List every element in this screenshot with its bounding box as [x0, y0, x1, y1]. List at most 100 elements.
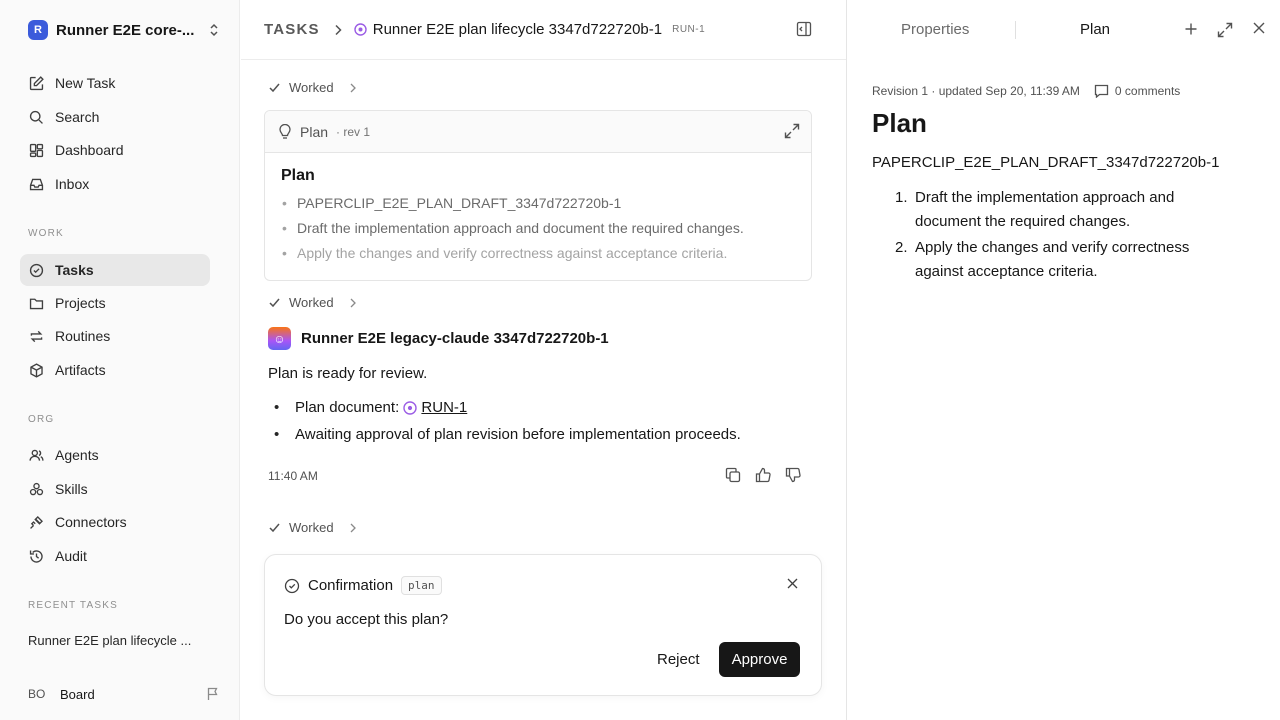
nav-skills[interactable]: Skills	[20, 473, 210, 505]
nav-label: New Task	[55, 75, 116, 91]
worked-toggle[interactable]: Worked	[268, 295, 356, 310]
breadcrumb-tasks[interactable]: TASKS	[264, 21, 320, 38]
page-title: Plan	[872, 108, 927, 138]
nav-label: Agents	[55, 447, 99, 463]
confirmation-tag: plan	[401, 576, 442, 595]
board-switcher[interactable]: BO Board	[20, 680, 220, 708]
workspace-name: Runner E2E core-...	[56, 21, 195, 39]
nav-label: Routines	[55, 328, 111, 344]
recent-task-item[interactable]: Runner E2E plan lifecycle ...	[28, 633, 208, 648]
task-thread: TASKS Runner E2E plan lifecycle 3347d722…	[241, 0, 846, 720]
step-text: Apply the changes and verify correctness…	[915, 239, 1190, 280]
list-item: Awaiting approval of plan revision befor…	[274, 425, 741, 452]
worked-label: Worked	[289, 520, 334, 535]
chevron-updown-icon	[208, 23, 220, 37]
nav-label: Projects	[55, 295, 106, 311]
avatar: BO	[28, 687, 46, 701]
plug-icon	[28, 514, 45, 531]
task-id-badge: RUN-1	[672, 24, 706, 35]
nav-connectors[interactable]: Connectors	[20, 506, 210, 538]
comments-count: 0 comments	[1114, 84, 1181, 98]
sidebar: R Runner E2E core-... New Task Search Da…	[0, 0, 240, 720]
nav-label: Search	[55, 109, 100, 125]
maximize-icon[interactable]	[1217, 22, 1233, 38]
list-item: 1. Draft the implementation approach and…	[895, 186, 1235, 234]
agent-header: ☺ Runner E2E legacy-claude 3347d722720b-…	[268, 327, 609, 350]
check-icon	[268, 81, 281, 94]
nav-audit[interactable]: Audit	[20, 540, 210, 572]
plan-card-title: Plan	[300, 123, 329, 140]
tab-plan[interactable]: Plan	[1080, 21, 1110, 38]
agent-avatar: ☺	[268, 327, 291, 350]
workspace-logo: R	[28, 20, 48, 40]
close-icon[interactable]	[787, 578, 798, 589]
comment-icon	[1094, 84, 1109, 98]
list-item: PAPERCLIP_E2E_PLAN_DRAFT_3347d722720b-1	[281, 195, 795, 211]
workspace-switcher[interactable]: R Runner E2E core-...	[20, 14, 220, 46]
copy-icon[interactable]	[725, 467, 741, 483]
nav-tasks[interactable]: Tasks	[20, 254, 210, 286]
check-icon	[268, 296, 281, 309]
dashboard-icon	[28, 142, 45, 159]
plan-draft-id: PAPERCLIP_E2E_PLAN_DRAFT_3347d722720b-1	[872, 154, 1220, 171]
flag-icon[interactable]	[206, 687, 220, 701]
message-timestamp: 11:40 AM	[268, 469, 318, 483]
plan-steps: 1. Draft the implementation approach and…	[895, 186, 1235, 286]
thumbs-up-icon[interactable]	[755, 467, 771, 483]
reject-button[interactable]: Reject	[647, 642, 710, 677]
comments-button[interactable]: 0 comments	[1094, 84, 1180, 98]
nav-label: Skills	[55, 481, 88, 497]
section-label-org: ORG	[28, 414, 55, 425]
chevron-right-icon	[350, 298, 356, 308]
nav-projects[interactable]: Projects	[20, 287, 210, 319]
step-number: 2.	[895, 239, 908, 256]
nav-label: Tasks	[55, 262, 94, 278]
nav-dashboard[interactable]: Dashboard	[20, 134, 210, 166]
confirmation-card: Confirmation plan Do you accept this pla…	[264, 554, 822, 696]
folder-icon	[28, 295, 45, 312]
history-icon	[28, 548, 45, 565]
expand-icon[interactable]	[784, 123, 800, 139]
nav-artifacts[interactable]: Artifacts	[20, 354, 210, 386]
close-icon[interactable]	[1253, 22, 1265, 34]
nav-label: Artifacts	[55, 362, 106, 378]
tab-properties[interactable]: Properties	[901, 21, 969, 38]
box-icon	[28, 362, 45, 379]
plan-card-rev: · rev 1	[336, 124, 371, 139]
thumbs-down-icon[interactable]	[785, 467, 801, 483]
run-link[interactable]: RUN-1	[421, 399, 467, 416]
nav-new-task[interactable]: New Task	[20, 67, 210, 99]
check-icon	[268, 521, 281, 534]
plus-icon[interactable]	[1184, 22, 1198, 36]
step-text: Draft the implementation approach and do…	[915, 189, 1175, 230]
confirmation-question: Do you accept this plan?	[284, 611, 449, 628]
chevron-right-icon	[350, 83, 356, 93]
tab-divider	[1015, 21, 1016, 39]
nav-inbox[interactable]: Inbox	[20, 168, 210, 200]
plan-card: Plan · rev 1 Plan PAPERCLIP_E2E_PLAN_DRA…	[264, 110, 812, 281]
plan-card-heading: Plan	[281, 167, 315, 184]
breadcrumb: TASKS Runner E2E plan lifecycle 3347d722…	[241, 0, 846, 60]
nav-label: Connectors	[55, 514, 127, 530]
check-circle-icon	[284, 578, 300, 594]
nav-search[interactable]: Search	[20, 101, 210, 133]
approve-button[interactable]: Approve	[719, 642, 800, 677]
panel-toggle-icon[interactable]	[796, 21, 812, 37]
worked-toggle[interactable]: Worked	[268, 520, 356, 535]
edit-icon	[28, 75, 45, 92]
confirmation-title: Confirmation	[308, 577, 394, 594]
nav-routines[interactable]: Routines	[20, 320, 210, 352]
chevron-right-icon	[334, 24, 342, 36]
step-number: 1.	[895, 189, 908, 206]
worked-label: Worked	[289, 80, 334, 95]
worked-label: Worked	[289, 295, 334, 310]
confirmation-header: Confirmation plan	[284, 576, 442, 595]
message-actions	[725, 467, 801, 483]
plan-panel: Properties Plan Revision 1 · updated Sep…	[846, 0, 1280, 720]
plan-card-body: Plan PAPERCLIP_E2E_PLAN_DRAFT_3347d72272…	[265, 153, 811, 280]
worked-toggle[interactable]: Worked	[268, 80, 356, 95]
nav-agents[interactable]: Agents	[20, 439, 210, 471]
revision-info: Revision 1 · updated Sep 20, 11:39 AM	[872, 84, 1080, 98]
status-circle-icon	[403, 401, 418, 415]
status-circle-icon	[354, 23, 367, 36]
